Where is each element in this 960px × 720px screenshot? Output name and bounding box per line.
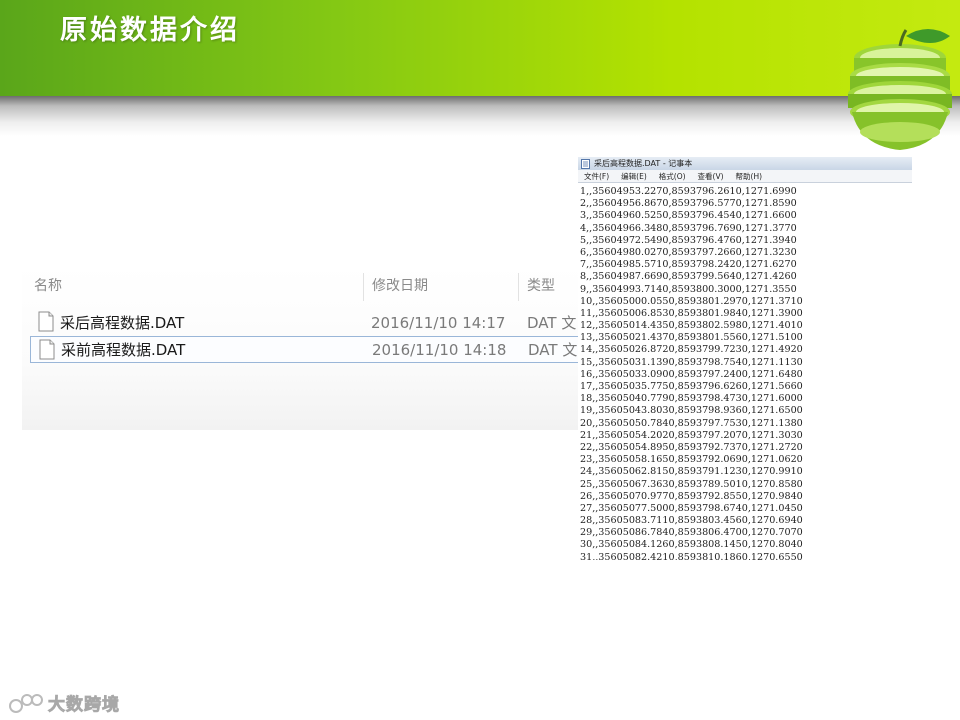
notepad-text-line: 20,,35605050.7840,8593797.7530,1271.1380 <box>580 417 803 429</box>
column-header-modified[interactable]: 修改日期 <box>372 265 428 305</box>
notepad-text-line: 4,,35604966.3480,8593796.7690,1271.3770 <box>580 222 797 234</box>
notepad-text-line: 1,,35604953.2270,8593796.2610,1271.6990 <box>580 186 797 197</box>
watermark-text: 大数跨境 <box>48 695 120 716</box>
menu-view[interactable]: 查看(V) <box>698 171 724 182</box>
notepad-text-line: 24,,35605062.8150,8593791.1230,1270.9910 <box>580 466 803 478</box>
file-icon <box>39 339 55 360</box>
notepad-text-line: 17,,35605035.7750,8593796.6260,1271.5660 <box>580 381 803 392</box>
column-header-type[interactable]: 类型 <box>527 265 555 305</box>
notepad-text-line: 11,,35605006.8530,8593801.9840,1271.3900 <box>580 307 803 319</box>
notepad-text-line: 26,,35605070.9770,8593792.8550,1270.9840 <box>580 490 803 502</box>
notepad-text-line: 22,,35605054.8950,8593792.7370,1271.2720 <box>580 441 803 453</box>
menu-edit[interactable]: 编辑(E) <box>621 171 647 182</box>
file-row[interactable]: 采后高程数据.DAT 2016/11/10 14:17 DAT 文 <box>30 309 582 336</box>
watermark: 大数跨境 <box>8 690 120 715</box>
notepad-text-line: 19,,35605043.8030,8593798.9360,1271.6500 <box>580 405 803 417</box>
notepad-text-line: 30,,35605084.1260,8593808.1450,1270.8040 <box>580 539 803 551</box>
apple-decoration-icon <box>848 29 952 150</box>
menu-help[interactable]: 帮助(H) <box>736 171 763 182</box>
slide: 原始数据介绍 名称 修改日期 类型 采后高程数据.DAT 2016/11/10 … <box>0 0 960 720</box>
file-modified-date: 2016/11/10 14:18 <box>372 340 507 359</box>
notepad-text-area[interactable]: 1,,35604953.2270,8593796.2610,1271.6990 2… <box>580 186 910 560</box>
slide-title: 原始数据介绍 <box>60 15 240 46</box>
menu-file[interactable]: 文件(F) <box>584 171 609 182</box>
notepad-title: 采后高程数据.DAT - 记事本 <box>594 159 693 168</box>
column-header-name[interactable]: 名称 <box>34 265 62 305</box>
notepad-menu-bar: 文件(F) 编辑(E) 格式(O) 查看(V) 帮助(H) <box>578 170 912 183</box>
menu-format[interactable]: 格式(O) <box>659 171 686 182</box>
notepad-text-line: 21,,35605054.2020,8593797.2070,1271.3030 <box>580 429 803 441</box>
notepad-text-line: 25,,35605067.3630,8593789.5010,1270.8580 <box>580 478 803 490</box>
file-explorer-list: 名称 修改日期 类型 采后高程数据.DAT 2016/11/10 14:17 D… <box>22 265 582 430</box>
notepad-window: 采后高程数据.DAT - 记事本 文件(F) 编辑(E) 格式(O) 查看(V)… <box>578 157 912 560</box>
notepad-text-line: 9,,35604993.7140,8593800.3000,1271.3550 <box>580 283 797 295</box>
notepad-text-line: 16,,35605033.0900,8593797.2400,1271.6480 <box>580 368 803 380</box>
header-shadow <box>0 96 960 136</box>
notepad-text-line: 8,,35604987.6690,8593799.5640,1271.4260 <box>580 271 797 283</box>
notepad-text-line: 29,,35605086.7840,8593806.4700,1270.7070 <box>580 527 803 539</box>
notepad-text-line: 28,,35605083.7110,8593803.4560,1270.6940 <box>580 515 803 527</box>
notepad-text-line: 6,,35604980.0270,8593797.2660,1271.3230 <box>580 246 797 258</box>
notepad-text-line: 3,,35604960.5250,8593796.4540,1271.6600 <box>580 210 797 222</box>
column-divider[interactable] <box>363 273 364 301</box>
notepad-text-line: 5,,35604972.5490,8593796.4760,1271.3940 <box>580 234 797 246</box>
file-name: 采前高程数据.DAT <box>61 341 186 359</box>
notepad-text-line: 31,,35605082.4210,8593810.1860,1270.6550 <box>580 551 803 560</box>
file-modified-date: 2016/11/10 14:17 <box>371 313 506 332</box>
file-name: 采后高程数据.DAT <box>60 314 185 332</box>
notepad-text-line: 14,,35605026.8720,8593799.7230,1271.4920 <box>580 344 803 356</box>
notepad-text-line: 12,,35605014.4350,8593802.5980,1271.4010 <box>580 320 803 332</box>
file-row-selected[interactable]: 采前高程数据.DAT 2016/11/10 14:18 DAT 文 <box>30 336 582 363</box>
notepad-text-line: 27,,35605077.5000,8593798.6740,1271.0450 <box>580 502 803 514</box>
file-type: DAT 文 <box>527 314 577 332</box>
notepad-text-line: 13,,35605021.4370,8593801.5560,1271.5100 <box>580 332 803 344</box>
file-icon <box>38 311 54 332</box>
notepad-app-icon <box>581 158 590 169</box>
notepad-text-line: 7,,35604985.5710,8593798.2420,1271.6270 <box>580 259 797 271</box>
notepad-text-line: 10,,35605000.0550,8593801.2970,1271.3710 <box>580 295 803 307</box>
notepad-text-line: 15,,35605031.1390,8593798.7540,1271.1130 <box>580 356 803 368</box>
notepad-title-bar[interactable]: 采后高程数据.DAT - 记事本 <box>578 157 912 170</box>
notepad-text-line: 23,,35605058.1650,8593792.0690,1271.0620 <box>580 454 803 466</box>
watermark-logo-icon <box>9 693 43 713</box>
notepad-text-line: 18,,35605040.7790,8593798.4730,1271.6000 <box>580 393 803 405</box>
column-divider[interactable] <box>518 273 519 301</box>
file-type: DAT 文 <box>528 341 578 359</box>
notepad-text-line: 2,,35604956.8670,8593796.5770,1271.8590 <box>580 198 797 210</box>
